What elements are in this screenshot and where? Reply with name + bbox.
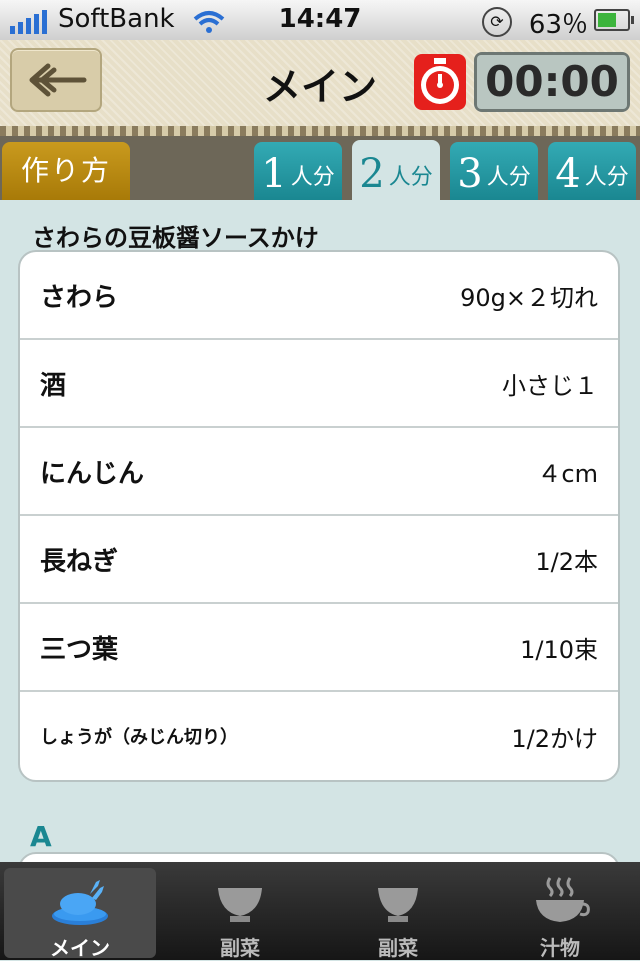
rotation-lock-icon: ⟳: [482, 7, 512, 37]
status-bar: SoftBank 14:47 ⟳ 63％: [0, 0, 640, 40]
ingredient-name: しょうが（みじん切り）: [40, 727, 238, 748]
tab-label: 汁物: [540, 936, 580, 960]
ingredient-name: 長ねぎ: [40, 546, 119, 577]
serving-number: 3: [457, 151, 483, 197]
side-bowl-icon: [378, 888, 418, 922]
how-to-button[interactable]: 作り方: [2, 142, 130, 200]
ingredient-row: しょうが（みじん切り） 1/2かけ: [20, 692, 618, 780]
serving-unit: 人分: [290, 165, 335, 190]
ingredient-row: 酒 小さじ１: [20, 340, 618, 428]
header-divider: [0, 126, 640, 136]
timer-button[interactable]: [414, 54, 466, 110]
tab-bar: メイン 副菜 副菜 汁物: [0, 862, 640, 960]
timer-value: 00:00: [477, 55, 627, 109]
tab-soup[interactable]: 汁物: [484, 868, 636, 960]
recipe-content[interactable]: さわらの豆板醤ソースかけ さわら 90g×２切れ 酒 小さじ１ にんじん ４cm…: [0, 200, 640, 862]
section-a-heading: A: [30, 820, 52, 853]
serving-unit: 人分: [388, 165, 433, 190]
dish-name: さわらの豆板醤ソースかけ: [32, 224, 319, 252]
timer-display: 00:00: [474, 52, 630, 112]
ingredient-row: にんじん ４cm: [20, 428, 618, 516]
ingredient-row: 三つ葉 1/10束: [20, 604, 618, 692]
tab-serving-3[interactable]: 3 人分: [450, 142, 538, 200]
soup-icon: [536, 877, 590, 922]
tab-side-2[interactable]: 副菜: [322, 868, 474, 960]
tab-label: 副菜: [378, 936, 418, 960]
serving-number: 4: [555, 151, 581, 197]
ingredient-amount: 小さじ１: [502, 371, 598, 400]
tab-row: 作り方 1 人分 2 人分 3 人分 4 人分: [0, 136, 640, 200]
ingredient-row: さわら 90g×２切れ: [20, 252, 618, 340]
ingredient-amount: ４cm: [537, 459, 598, 488]
ingredient-amount: 1/2本: [535, 547, 598, 576]
tab-serving-2[interactable]: 2 人分: [352, 140, 440, 200]
serving-number: 1: [261, 151, 287, 197]
ingredient-amount: 1/2かけ: [511, 724, 598, 753]
tab-label: 副菜: [220, 936, 260, 960]
main-dish-icon: [52, 880, 108, 925]
tab-side-1[interactable]: 副菜: [164, 868, 316, 960]
ingredient-list: さわら 90g×２切れ 酒 小さじ１ にんじん ４cm 長ねぎ 1/2本 三つ葉…: [18, 250, 620, 782]
ingredient-name: 三つ葉: [40, 634, 119, 665]
side-bowl-icon: [218, 888, 262, 922]
tab-main[interactable]: メイン: [4, 868, 156, 960]
serving-unit: 人分: [584, 165, 629, 190]
battery-percent: 63％: [528, 10, 588, 40]
ingredient-amount: 1/10束: [520, 635, 598, 664]
section-a-list: [18, 852, 620, 862]
nav-header: メイン 00:00: [0, 40, 640, 126]
tab-label: メイン: [50, 936, 110, 960]
ingredient-name: さわら: [40, 282, 119, 313]
ingredient-amount: 90g×２切れ: [460, 283, 598, 312]
stopwatch-icon: [421, 58, 459, 104]
ingredient-row: 長ねぎ 1/2本: [20, 516, 618, 604]
tab-serving-4[interactable]: 4 人分: [548, 142, 636, 200]
ingredient-name: 酒: [40, 370, 67, 401]
tab-serving-1[interactable]: 1 人分: [254, 142, 342, 200]
ingredient-name: にんじん: [40, 458, 145, 489]
battery-icon: [594, 9, 634, 31]
serving-number: 2: [359, 151, 385, 197]
serving-unit: 人分: [486, 165, 531, 190]
